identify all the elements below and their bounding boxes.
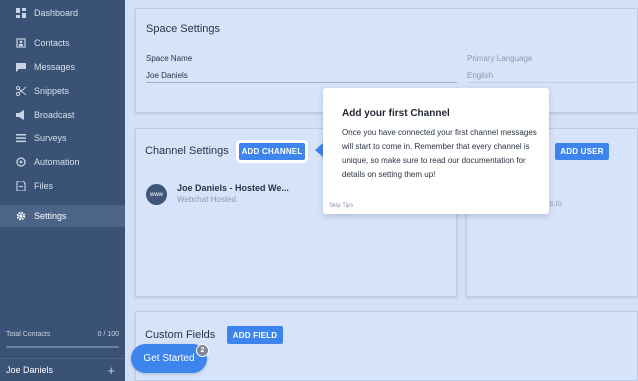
get-started-badge: 2 xyxy=(196,344,209,357)
space-name-underline xyxy=(146,82,457,83)
sidebar-item-broadcast[interactable]: Broadcast xyxy=(0,104,125,126)
total-contacts: Total Contacts 0 / 100 xyxy=(6,331,119,338)
channel-name[interactable]: Joe Daniels - Hosted We... xyxy=(177,183,289,193)
plus-icon[interactable]: + xyxy=(107,364,115,377)
gear-icon xyxy=(16,211,26,221)
sidebar-item-messages[interactable]: Messages xyxy=(0,56,125,78)
space-name-label: Space Name xyxy=(146,54,193,63)
sidebar: Dashboard Contacts Messages Snippets Bro… xyxy=(0,0,125,381)
add-channel-button[interactable]: ADD CHANNEL xyxy=(239,143,305,160)
tooltip-body: Once you have connected your first chann… xyxy=(342,128,537,179)
file-icon xyxy=(16,181,26,191)
sidebar-item-snippets[interactable]: Snippets xyxy=(0,80,125,102)
tooltip-arrow xyxy=(315,143,323,157)
sidebar-item-automation[interactable]: Automation xyxy=(0,151,125,173)
sidebar-item-label: Snippets xyxy=(34,86,70,96)
total-contacts-value: 0 / 100 xyxy=(97,331,119,338)
primary-language-label: Primary Language xyxy=(467,54,533,63)
sidebar-item-label: Automation xyxy=(34,157,80,167)
tooltip-title: Add your first Channel xyxy=(342,108,450,119)
custom-fields-title: Custom Fields xyxy=(145,329,216,341)
sidebar-item-label: Surveys xyxy=(34,133,67,143)
sidebar-item-files[interactable]: Files xyxy=(0,175,125,197)
skip-tips-link[interactable]: Skip Tips xyxy=(329,203,353,209)
list-icon xyxy=(16,133,26,143)
contacts-icon xyxy=(16,38,26,48)
user-name: Joe Daniels xyxy=(6,365,54,375)
sidebar-item-settings[interactable]: Settings xyxy=(0,205,125,227)
sidebar-item-label: Broadcast xyxy=(34,110,75,120)
channel-settings-title: Channel Settings xyxy=(145,145,229,157)
user-row[interactable]: Joe Daniels + xyxy=(0,358,125,381)
sidebar-item-dashboard[interactable]: Dashboard xyxy=(0,2,125,24)
contacts-progress-bar xyxy=(6,346,119,348)
scissors-icon xyxy=(16,86,26,96)
messages-icon xyxy=(16,62,26,72)
sidebar-item-surveys[interactable]: Surveys xyxy=(0,127,125,149)
sidebar-item-label: Messages xyxy=(34,62,76,72)
sidebar-item-contacts[interactable]: Contacts xyxy=(0,32,125,54)
onboarding-tooltip: Add your first Channel Once you have con… xyxy=(323,88,549,214)
primary-language-underline xyxy=(467,82,637,83)
custom-fields-card: Custom Fields ADD FIELD xyxy=(135,311,638,381)
add-user-button[interactable]: ADD USER xyxy=(555,143,609,160)
space-name-input[interactable]: Joe Daniels xyxy=(146,71,188,80)
sidebar-item-label: Contacts xyxy=(34,38,70,48)
total-contacts-label: Total Contacts xyxy=(6,331,51,338)
sidebar-item-label: Files xyxy=(34,181,54,191)
dashboard-icon xyxy=(16,8,26,18)
add-field-button[interactable]: ADD FIELD xyxy=(227,326,283,344)
automation-icon xyxy=(16,157,26,167)
space-settings-title: Space Settings xyxy=(146,23,220,35)
primary-language-select[interactable]: English xyxy=(467,71,493,80)
channel-avatar: www xyxy=(146,184,167,205)
sidebar-item-label: Dashboard xyxy=(34,8,79,18)
megaphone-icon xyxy=(16,110,26,120)
sidebar-item-label: Settings xyxy=(34,211,67,221)
channel-type: Webchat Hosted xyxy=(177,195,236,204)
